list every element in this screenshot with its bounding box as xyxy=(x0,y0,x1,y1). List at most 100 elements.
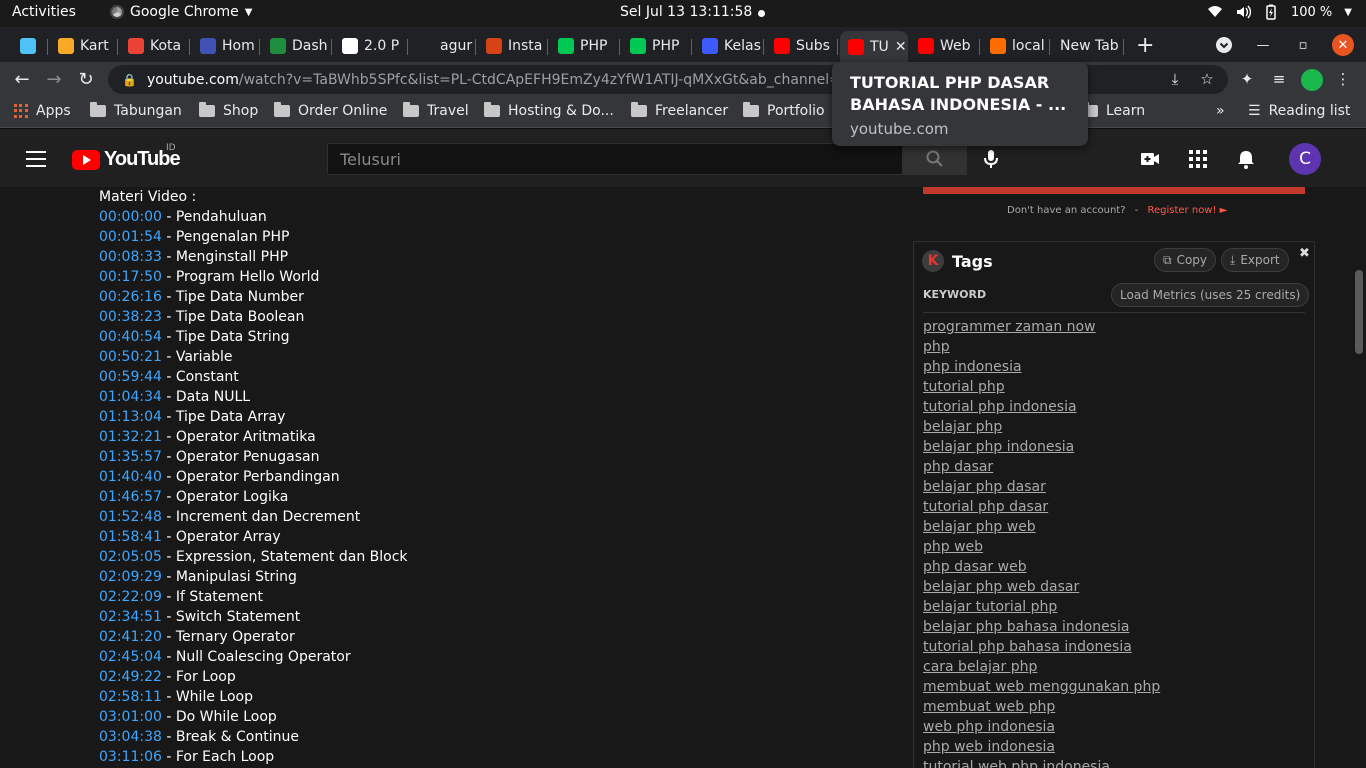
bookmark-folder[interactable]: Tabungan xyxy=(90,102,182,119)
keyword-link[interactable]: belajar php web xyxy=(923,517,1160,537)
bookmark-folder[interactable]: Freelancer xyxy=(631,102,728,119)
keyword-link[interactable]: web php indonesia xyxy=(923,717,1160,737)
copy-button[interactable]: ⧉ Copy xyxy=(1154,248,1217,272)
keyword-link[interactable]: belajar php dasar xyxy=(923,477,1160,497)
browser-tab[interactable]: local xyxy=(982,31,1050,60)
minimize-window-button[interactable]: — xyxy=(1252,34,1274,56)
chapter-timestamp-link[interactable]: 00:08:33 xyxy=(99,249,162,265)
chapter-timestamp-link[interactable]: 00:40:54 xyxy=(99,329,162,345)
keyword-link[interactable]: php dasar web xyxy=(923,557,1160,577)
keyword-link[interactable]: tutorial web php indonesia xyxy=(923,757,1160,768)
keyword-link[interactable]: tutorial php indonesia xyxy=(923,397,1160,417)
chapter-timestamp-link[interactable]: 00:26:16 xyxy=(99,289,162,305)
browser-tab[interactable]: TU ✕ xyxy=(840,31,908,62)
chapter-timestamp-link[interactable]: 02:45:04 xyxy=(99,649,162,665)
apps-grid-icon[interactable] xyxy=(1188,149,1208,169)
browser-tab[interactable]: Web xyxy=(910,31,980,60)
keyword-link[interactable]: belajar php xyxy=(923,417,1160,437)
keyword-link[interactable]: programmer zaman now xyxy=(923,317,1160,337)
keyword-link[interactable]: tutorial php xyxy=(923,377,1160,397)
browser-tab[interactable]: 2.0 P xyxy=(334,31,408,60)
bookmark-folder[interactable]: Shop xyxy=(199,102,258,119)
close-tab-icon[interactable]: ✕ xyxy=(895,39,907,55)
bookmark-folder[interactable]: Learn xyxy=(1082,102,1145,119)
chapter-timestamp-link[interactable]: 01:52:48 xyxy=(99,509,162,525)
browser-tab[interactable]: Kart xyxy=(50,31,118,60)
keyword-link[interactable]: cara belajar php xyxy=(923,657,1160,677)
bookmark-folder[interactable]: Order Online xyxy=(274,102,387,119)
chrome-menu-icon[interactable]: ⋮ xyxy=(1334,70,1352,88)
chapter-timestamp-link[interactable]: 02:09:29 xyxy=(99,569,162,585)
chapter-timestamp-link[interactable]: 03:11:06 xyxy=(99,749,162,765)
chapter-timestamp-link[interactable]: 00:50:21 xyxy=(99,349,162,365)
extensions-puzzle-icon[interactable]: ✦ xyxy=(1238,70,1256,88)
youtube-logo[interactable]: YouTube xyxy=(72,148,181,171)
forward-button[interactable]: → xyxy=(42,68,66,92)
chapter-timestamp-link[interactable]: 02:58:11 xyxy=(99,689,162,705)
browser-tab[interactable] xyxy=(12,31,48,60)
chapter-timestamp-link[interactable]: 01:04:34 xyxy=(99,389,162,405)
clock[interactable]: Sel Jul 13 13:11:58 xyxy=(620,4,752,20)
back-button[interactable]: ← xyxy=(10,68,34,92)
keyword-link[interactable]: belajar php indonesia xyxy=(923,437,1160,457)
bookmark-folder[interactable]: Portfolio xyxy=(743,102,825,119)
profile-avatar[interactable] xyxy=(1301,69,1323,91)
create-video-icon[interactable] xyxy=(1140,149,1160,169)
bookmark-apps[interactable]: Apps xyxy=(14,103,71,119)
chapter-timestamp-link[interactable]: 00:38:23 xyxy=(99,309,162,325)
register-link[interactable]: Register now! ► xyxy=(1148,205,1228,216)
chapter-timestamp-link[interactable]: 00:17:50 xyxy=(99,269,162,285)
login-button-strip[interactable] xyxy=(923,187,1305,194)
app-menu[interactable]: Google Chrome ▼ xyxy=(110,4,252,20)
chapter-timestamp-link[interactable]: 00:00:00 xyxy=(99,209,162,225)
keyword-link[interactable]: membuat web php xyxy=(923,697,1160,717)
activities-button[interactable]: Activities xyxy=(12,4,76,20)
browser-tab[interactable]: Dash xyxy=(262,31,332,60)
browser-tab[interactable]: Subs xyxy=(766,31,838,60)
chapter-timestamp-link[interactable]: 02:22:09 xyxy=(99,589,162,605)
notifications-bell-icon[interactable] xyxy=(1236,149,1256,169)
microphone-icon[interactable] xyxy=(983,149,999,169)
reload-button[interactable]: ↻ xyxy=(74,68,98,92)
search-input[interactable]: Telusuri xyxy=(327,143,903,175)
chapter-timestamp-link[interactable]: 03:04:38 xyxy=(99,729,162,745)
bookmark-folder[interactable]: Hosting & Do... xyxy=(484,102,614,119)
avatar[interactable]: C xyxy=(1289,143,1321,175)
browser-tab[interactable]: Kelas xyxy=(694,31,764,60)
bookmark-folder[interactable]: Travel xyxy=(403,102,469,119)
keyword-link[interactable]: php indonesia xyxy=(923,357,1160,377)
keyword-link[interactable]: php web indonesia xyxy=(923,737,1160,757)
new-tab-button[interactable]: + xyxy=(1136,33,1154,58)
bookmarks-overflow-button[interactable]: » xyxy=(1216,103,1225,119)
system-tray[interactable]: 100 % ▼ xyxy=(1207,4,1352,20)
keyword-link[interactable]: belajar php web dasar xyxy=(923,577,1160,597)
keyword-link[interactable]: membuat web menggunakan php xyxy=(923,677,1160,697)
chapter-timestamp-link[interactable]: 01:35:57 xyxy=(99,449,162,465)
export-button[interactable]: ⤓ Export xyxy=(1221,248,1289,272)
install-app-icon[interactable]: ⤓ xyxy=(1166,70,1184,88)
chapter-timestamp-link[interactable]: 00:59:44 xyxy=(99,369,162,385)
chapter-timestamp-link[interactable]: 03:01:00 xyxy=(99,709,162,725)
keyword-link[interactable]: php web xyxy=(923,537,1160,557)
keyword-link[interactable]: belajar php bahasa indonesia xyxy=(923,617,1160,637)
chapter-timestamp-link[interactable]: 00:01:54 xyxy=(99,229,162,245)
browser-tab[interactable]: New Tab xyxy=(1052,31,1124,60)
media-control-icon[interactable]: ≡ xyxy=(1270,70,1288,88)
browser-tab[interactable]: PHP xyxy=(622,31,692,60)
tab-search-icon[interactable] xyxy=(1213,34,1235,56)
chapter-timestamp-link[interactable]: 01:46:57 xyxy=(99,489,162,505)
chapter-timestamp-link[interactable]: 01:32:21 xyxy=(99,429,162,445)
load-metrics-button[interactable]: Load Metrics (uses 25 credits) xyxy=(1111,283,1310,307)
browser-tab[interactable]: agur xyxy=(410,31,476,60)
browser-tab[interactable]: Insta xyxy=(478,31,548,60)
menu-hamburger-icon[interactable] xyxy=(26,151,46,172)
keyword-link[interactable]: php xyxy=(923,337,1160,357)
reading-list-button[interactable]: ☰ Reading list xyxy=(1248,103,1350,119)
browser-tab[interactable]: Kota xyxy=(120,31,190,60)
keyword-link[interactable]: belajar tutorial php xyxy=(923,597,1160,617)
scrollbar-thumb[interactable] xyxy=(1355,270,1363,354)
browser-tab[interactable]: PHP xyxy=(550,31,620,60)
keyword-link[interactable]: tutorial php dasar xyxy=(923,497,1160,517)
chapter-timestamp-link[interactable]: 01:40:40 xyxy=(99,469,162,485)
chapter-timestamp-link[interactable]: 02:34:51 xyxy=(99,609,162,625)
